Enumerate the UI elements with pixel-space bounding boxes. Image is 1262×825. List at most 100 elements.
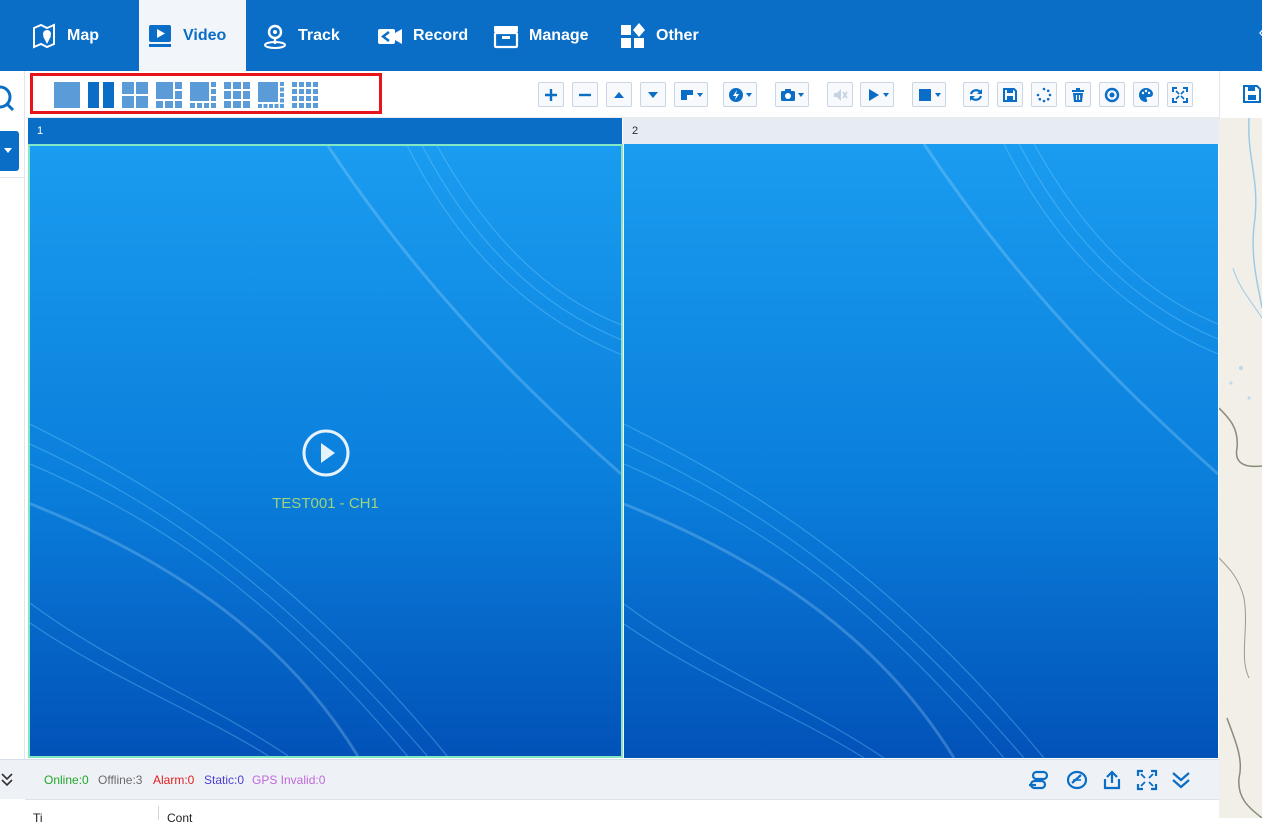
- layout-1-icon: [54, 82, 80, 108]
- nav-track[interactable]: Track: [261, 0, 340, 71]
- move-up-button[interactable]: [606, 82, 632, 107]
- refresh-button[interactable]: [963, 82, 989, 107]
- status-bar: Online:0 Offline:3 Alarm:0 Static:0 GPS …: [0, 759, 1219, 799]
- column-header-content[interactable]: Cont: [167, 811, 192, 825]
- nav-video[interactable]: Video: [139, 0, 246, 71]
- color-settings-button[interactable]: [1133, 82, 1159, 107]
- move-down-button[interactable]: [640, 82, 666, 107]
- speed-menu-icon: [729, 87, 743, 102]
- loading-icon: [1036, 87, 1052, 102]
- nav-map-label: Map: [67, 26, 99, 44]
- vehicle-table-header: Ti Cont: [25, 799, 1219, 825]
- palette-icon: [1139, 87, 1153, 102]
- nav-video-label: Video: [183, 26, 227, 44]
- left-panel-collapsed: [0, 71, 25, 761]
- nav-record-label: Record: [413, 26, 469, 44]
- eraser-icon: [1066, 770, 1088, 790]
- clear-button[interactable]: [1066, 769, 1088, 791]
- layout-4-icon: [122, 82, 148, 108]
- export-button[interactable]: [1101, 769, 1123, 791]
- stop-menu-icon: [919, 88, 931, 101]
- layout-8-icon: [190, 82, 216, 108]
- arrow-up-icon: [614, 91, 624, 98]
- delete-button[interactable]: [1065, 82, 1091, 107]
- alarm-count[interactable]: Alarm:0: [153, 773, 194, 787]
- nav-record[interactable]: Record: [376, 0, 468, 71]
- dropdown-toggle[interactable]: [0, 131, 19, 171]
- play-dropdown[interactable]: [860, 82, 894, 107]
- stop-dropdown[interactable]: [912, 82, 946, 107]
- nav-manage-label: Manage: [529, 26, 589, 44]
- static-count[interactable]: Static:0: [204, 773, 244, 787]
- trash-icon: [1072, 87, 1084, 102]
- export-icon: [1103, 770, 1121, 790]
- layout-4-button[interactable]: [122, 82, 148, 108]
- layout-10-button[interactable]: [258, 82, 284, 108]
- online-count[interactable]: Online:0: [44, 773, 89, 787]
- camera-menu-icon: [781, 88, 795, 101]
- search-icon[interactable]: [0, 83, 18, 113]
- layout-6-button[interactable]: [156, 82, 182, 108]
- layout-2-icon: [88, 82, 114, 108]
- nav-map[interactable]: Map: [30, 0, 99, 71]
- channel-label: TEST001 - CH1: [272, 495, 379, 512]
- layout-8-button[interactable]: [190, 82, 216, 108]
- layout-6-icon: [156, 82, 182, 108]
- video-pane-2[interactable]: [624, 144, 1218, 758]
- save-button[interactable]: [997, 82, 1023, 107]
- arrow-down-icon: [648, 91, 658, 98]
- layout-9-button[interactable]: [224, 82, 250, 108]
- pane-2-number: 2: [632, 125, 639, 137]
- save-icon[interactable]: [1242, 84, 1262, 104]
- video-background: [624, 144, 1218, 758]
- expand-down-icon[interactable]: [0, 771, 14, 787]
- fullscreen-icon: [1136, 769, 1158, 791]
- pane-2-header[interactable]: 2: [623, 118, 1219, 144]
- video-toolbar: [26, 71, 1219, 118]
- collapse-panel-button[interactable]: [1170, 769, 1192, 791]
- loading-button[interactable]: [1031, 82, 1057, 107]
- play-menu-icon: [869, 88, 879, 101]
- add-window-button[interactable]: [538, 82, 564, 107]
- manage-box-icon: [493, 25, 519, 48]
- save-icon: [1003, 87, 1017, 102]
- nav-track-label: Track: [298, 26, 340, 44]
- divider: [0, 177, 25, 178]
- mute-icon: [834, 88, 848, 101]
- offline-count[interactable]: Offline:3: [98, 773, 142, 787]
- fullscreen-button[interactable]: [1167, 82, 1193, 107]
- mute-button[interactable]: [827, 82, 853, 107]
- plus-icon: [545, 88, 557, 101]
- target-icon: [1104, 87, 1120, 102]
- speed-dropdown[interactable]: [723, 82, 757, 107]
- map-background: [1219, 118, 1262, 818]
- collapse-down-icon: [1172, 772, 1190, 789]
- video-pane-1[interactable]: TEST001 - CH1: [28, 144, 623, 758]
- layout-16-button[interactable]: [292, 82, 318, 108]
- play-icon[interactable]: [302, 429, 350, 477]
- pane-1-number: 1: [37, 125, 44, 137]
- maximize-button[interactable]: [1136, 769, 1158, 791]
- column-header-time[interactable]: Ti: [33, 811, 43, 825]
- map-preview[interactable]: [1219, 118, 1262, 818]
- window-mode-dropdown[interactable]: [674, 82, 708, 107]
- nav-other[interactable]: Other: [619, 0, 699, 71]
- layout-9-icon: [224, 82, 250, 108]
- location-track-icon: [264, 24, 286, 49]
- pane-1-header[interactable]: 1: [28, 118, 622, 144]
- nav-manage[interactable]: Manage: [492, 0, 589, 71]
- window-menu-icon: [681, 89, 693, 100]
- snapshot-dropdown[interactable]: [775, 82, 809, 107]
- map-pin-icon: [33, 22, 55, 49]
- layout-2-button[interactable]: [88, 82, 114, 108]
- route-button[interactable]: [1028, 769, 1050, 791]
- minus-icon: [579, 93, 591, 96]
- remove-window-button[interactable]: [572, 82, 598, 107]
- layout-1-button[interactable]: [54, 82, 80, 108]
- refresh-icon: [969, 88, 983, 101]
- target-button[interactable]: [1099, 82, 1125, 107]
- nav-other-label: Other: [656, 26, 699, 44]
- route-icon: [1029, 770, 1049, 790]
- layout-10-icon: [258, 82, 284, 108]
- gps-invalid-count[interactable]: GPS Invalid:0: [252, 773, 325, 787]
